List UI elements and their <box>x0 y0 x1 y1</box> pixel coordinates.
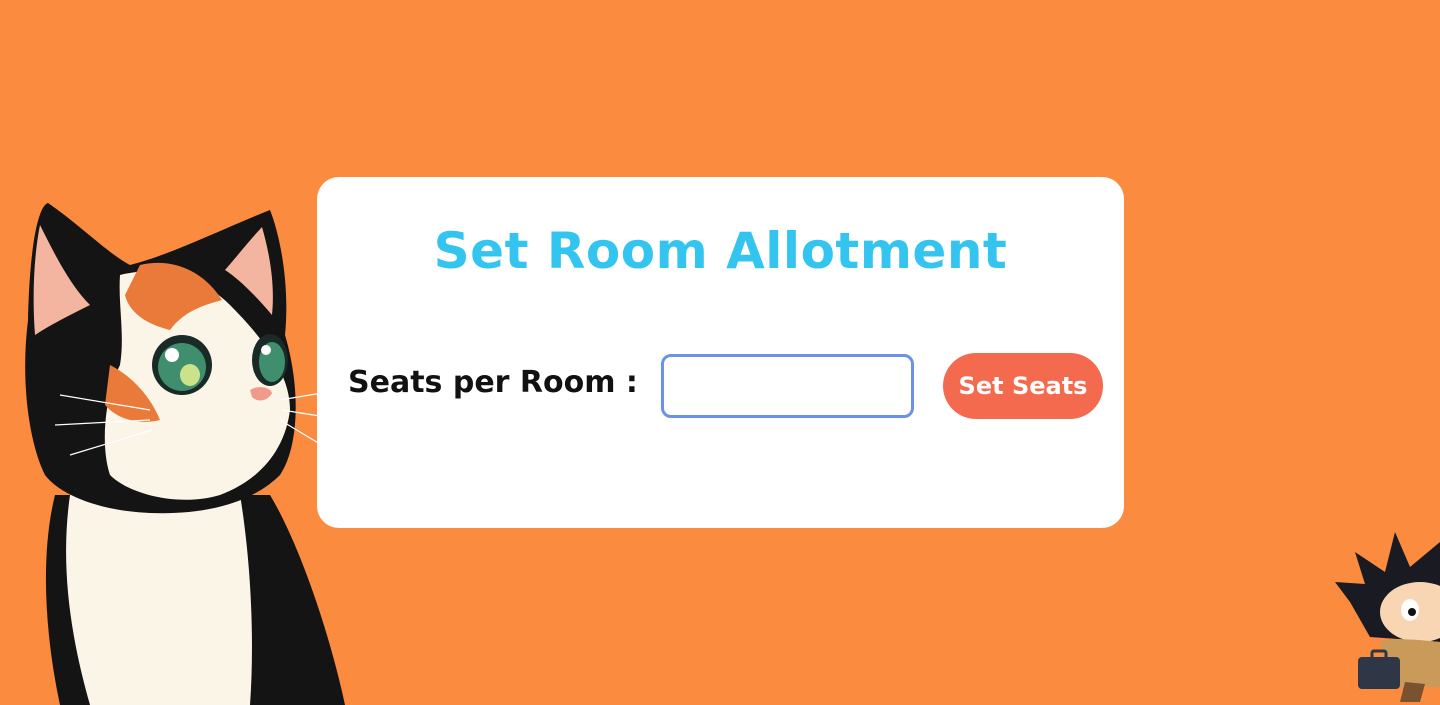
running-character-illustration <box>1335 532 1440 702</box>
seats-per-room-label: Seats per Room : <box>348 365 638 400</box>
cat-illustration <box>25 203 346 705</box>
page-title: Set Room Allotment <box>433 222 1008 280</box>
seats-per-room-input[interactable] <box>661 354 914 418</box>
room-allotment-card: Set Room Allotment Seats per Room : Set … <box>317 177 1124 528</box>
set-seats-button[interactable]: Set Seats <box>943 353 1103 419</box>
